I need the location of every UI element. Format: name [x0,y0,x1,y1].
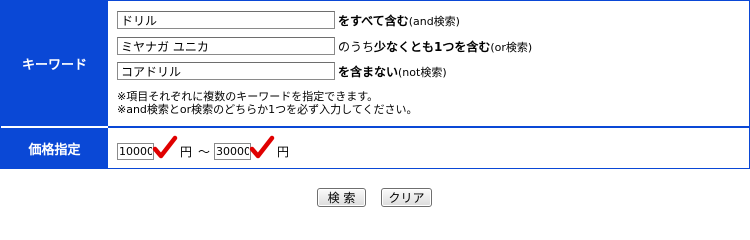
and-keyword-input[interactable] [117,11,335,29]
not-keyword-input[interactable] [117,62,335,80]
and-keyword-row: をすべて含む(and検索) [117,11,460,29]
row-divider [108,126,749,128]
checkmark-icon [152,135,178,161]
or-keyword-desc: のうち少なくとも1つを含む(or検索) [338,38,532,55]
checkmark-icon [249,135,275,161]
price-label-cell: 価格指定 [1,128,108,168]
or-keyword-desc-prefix: のうち [338,39,375,54]
keyword-note-2: ※and検索とor検索のどちらか1つを必ず入力してください。 [117,103,418,116]
or-keyword-desc-bold: 少なくとも1つを含む [374,39,491,54]
not-keyword-desc-small: (not検索) [398,65,447,79]
price-range-separator: ～ [198,144,211,159]
price-min-unit: 円 [180,144,193,159]
keyword-label-cell: キーワード [1,1,108,126]
not-keyword-row: を含まない(not検索) [117,62,447,80]
price-max-input[interactable] [214,142,252,160]
or-keyword-input[interactable] [117,37,335,55]
and-keyword-desc-bold: をすべて含む [338,13,409,28]
not-keyword-desc-bold: を含まない [338,64,399,79]
and-keyword-desc-small: (and検索) [408,14,460,28]
price-min-input[interactable] [117,142,154,160]
keyword-label: キーワード [21,58,87,73]
price-label: 価格指定 [28,142,81,158]
price-row: 円 ～ 円 [117,135,290,161]
search-form-table: キーワード 価格指定 をすべて含む(and検索) のうち少なくとも1つを含む(o… [0,0,750,169]
or-keyword-desc-small: (or検索) [490,40,533,54]
keyword-note-1: ※項目それぞれに複数のキーワードを指定できます。 [117,90,379,103]
or-keyword-row: のうち少なくとも1つを含む(or検索) [117,37,532,55]
clear-button[interactable]: クリア [381,188,432,207]
price-max-unit: 円 [277,144,290,159]
search-button[interactable]: 検 索 [317,188,366,207]
and-keyword-desc: をすべて含む(and検索) [338,12,460,29]
not-keyword-desc: を含まない(not検索) [338,63,447,80]
